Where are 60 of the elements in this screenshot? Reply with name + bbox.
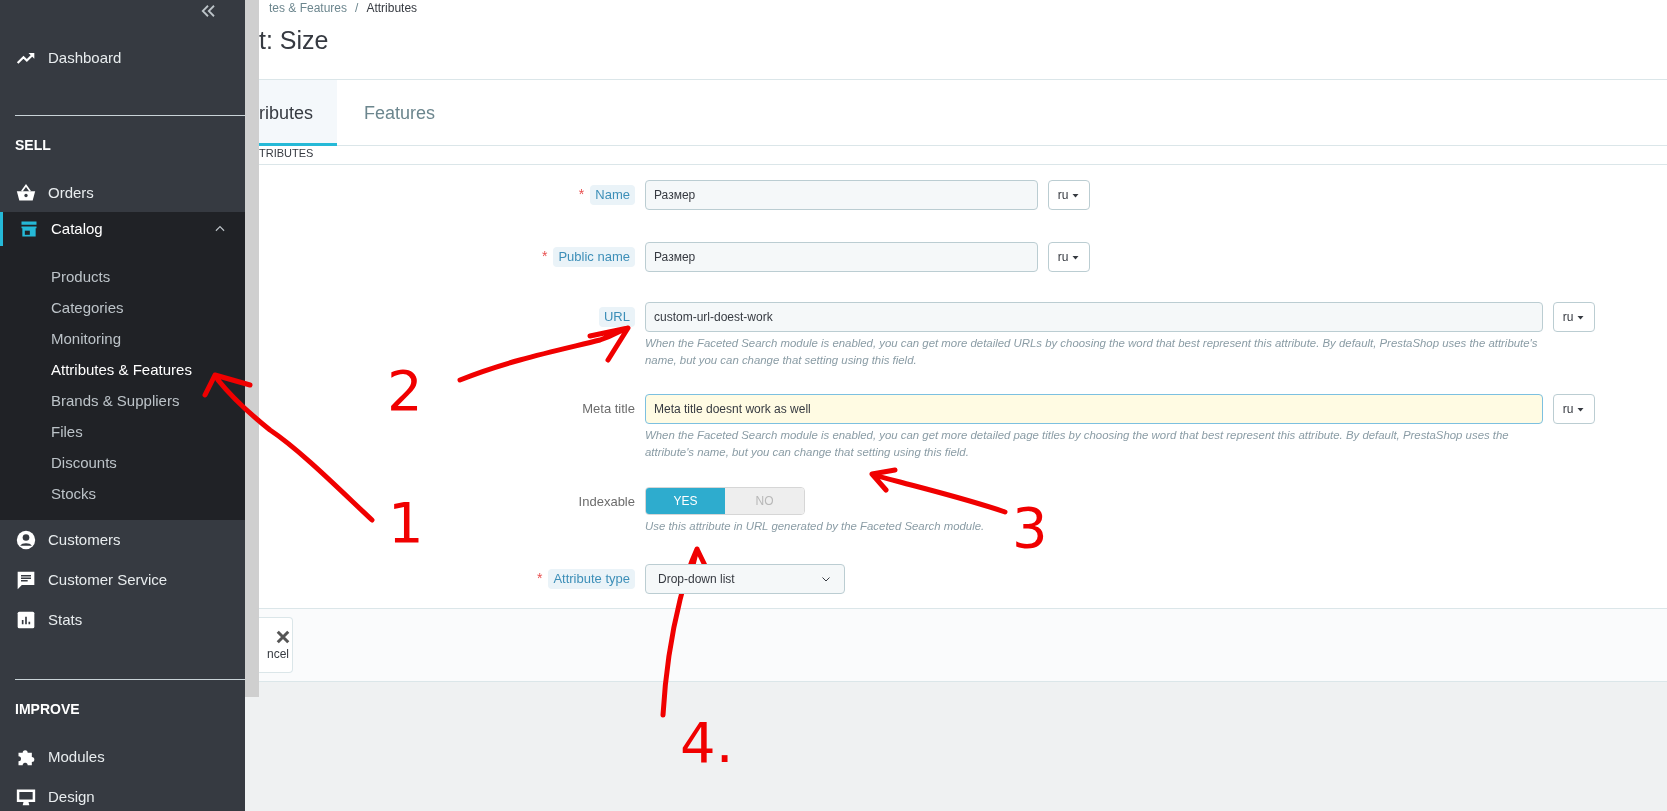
input-field[interactable]: custom-url-doest-work [645, 302, 1543, 332]
annotation-number: 1 [388, 495, 424, 551]
bar-chart-icon [16, 610, 36, 630]
language-dropdown[interactable]: ru [1553, 302, 1595, 332]
basket-icon [16, 182, 36, 203]
store-icon [19, 219, 39, 239]
field-label: Attribute type [548, 569, 635, 589]
required-mark: * [578, 185, 585, 203]
input-field[interactable]: Размер [645, 180, 1038, 210]
page-title: t: Size [259, 25, 330, 55]
sidebar-item[interactable]: Orders [0, 173, 245, 212]
field-label: URL [599, 307, 635, 327]
sidebar-item[interactable]: Design [0, 777, 245, 811]
chat-icon [16, 570, 36, 590]
language-dropdown[interactable]: ru [1048, 242, 1090, 272]
required-mark: * [542, 247, 548, 265]
annotation-number: 4. [680, 715, 734, 771]
sidebar-item[interactable]: Stats [0, 600, 245, 640]
field-label: Name [590, 185, 635, 205]
input-field[interactable]: Meta title doesnt work as well [645, 394, 1543, 424]
collapse-icon [199, 2, 217, 20]
breadcrumb-link[interactable]: Attributes [366, 1, 418, 14]
submenu-item[interactable]: Discounts [0, 447, 245, 478]
help-text: Use this attribute in URL generated by the Faceted Search module. [645, 519, 986, 534]
required-mark: * [536, 569, 543, 587]
card-heading: TRIBUTES [259, 146, 1667, 165]
annotation-number: 3 [1012, 500, 1048, 556]
field-label: Indexable [578, 493, 635, 511]
language-dropdown[interactable]: ru [1553, 394, 1595, 424]
tab[interactable]: Features [337, 80, 463, 146]
help-text: When the Faceted Search module is enabled, you can get more detailed page titles by choosing the word that best represent this attribute. By default, PrestaShop uses the attribute's name, but you can change that setting using this field. [645, 428, 1510, 460]
breadcrumb-link[interactable]: tes & Features [269, 1, 348, 14]
submenu-item[interactable]: Files [0, 416, 245, 447]
tab[interactable]: ributes [259, 80, 338, 146]
field-label: Meta title [582, 400, 635, 418]
submenu-item[interactable]: Monitoring [0, 323, 245, 354]
submenu-item[interactable]: Brands & Suppliers [0, 385, 245, 416]
sidebar-item[interactable]: Customer Service [0, 560, 245, 600]
select-dropdown[interactable]: Drop-down list [645, 564, 845, 594]
scrollbar[interactable] [245, 0, 259, 697]
sidebar-item[interactable]: Customers [0, 520, 245, 560]
breadcrumb-separator: / [355, 1, 359, 14]
submenu-item[interactable]: Stocks [0, 478, 245, 509]
user-circle-icon [16, 530, 36, 550]
help-text: When the Faceted Search module is enabled, you can get more detailed URLs by choosing the word that best represent this attribute. By default, PrestaShop uses the attribute's name, but you can change that setting using this field. [645, 336, 1539, 368]
input-field[interactable]: Размер [645, 242, 1038, 272]
section-heading: SELL [14, 136, 52, 155]
close-icon [274, 628, 292, 646]
sidebar-item[interactable]: Modules [0, 737, 245, 777]
annotation-number: 2 [387, 363, 423, 419]
field-label: Public name [553, 247, 635, 267]
sidebar-item[interactable]: Dashboard [0, 38, 245, 78]
puzzle-icon [16, 747, 36, 767]
language-dropdown[interactable]: ru [1048, 180, 1090, 210]
submenu-item[interactable]: Products [0, 261, 245, 292]
cancel-button[interactable]: ncel [259, 617, 293, 673]
section-heading: IMPROVE [14, 700, 81, 719]
monitor-icon [16, 787, 36, 807]
submenu-item[interactable]: Categories [0, 292, 245, 323]
submenu-item[interactable]: Attributes & Features [0, 354, 245, 385]
